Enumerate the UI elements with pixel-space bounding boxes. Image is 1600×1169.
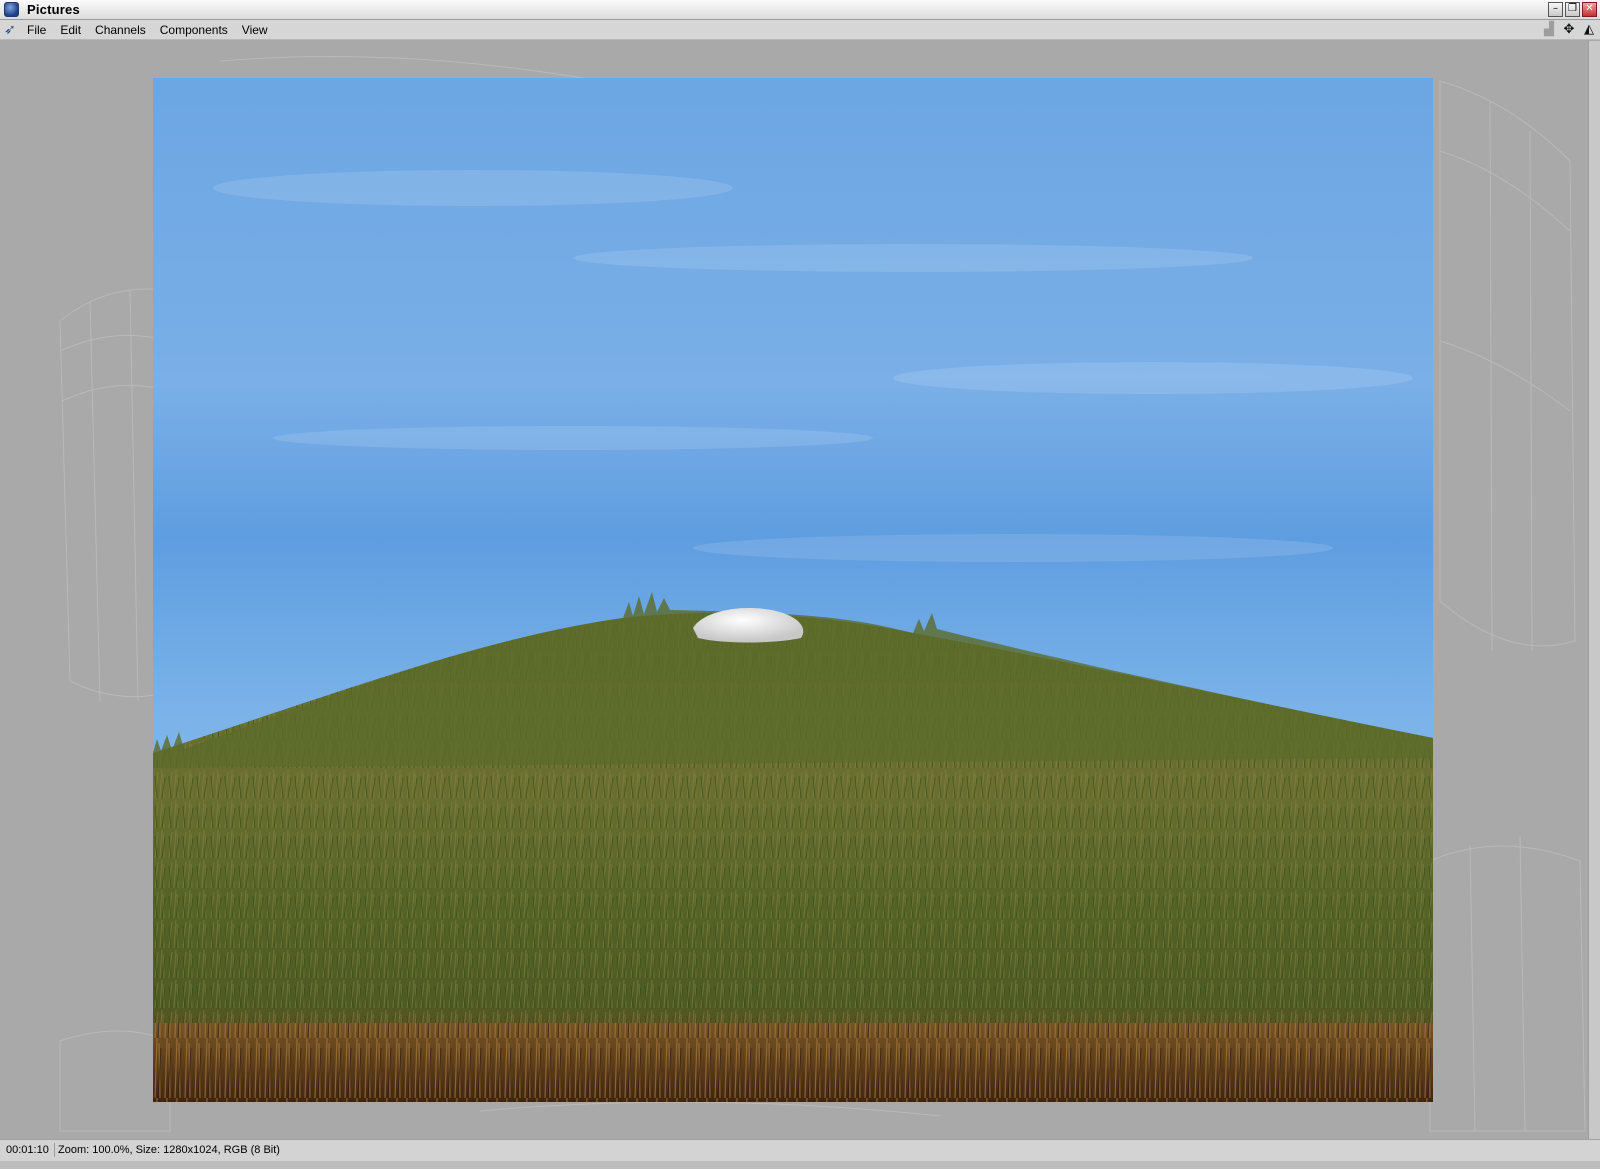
render-time: 00:01:10 [6,1144,49,1156]
histogram-icon[interactable]: ▟ [1542,22,1556,37]
view-tools: ▟ ✥ ◭ [1542,22,1596,37]
menu-components[interactable]: Components [160,23,228,37]
window-controls: – ❐ ✕ [1548,2,1597,17]
grass-hill-render [153,170,1433,1102]
window-title: Pictures [27,2,80,17]
menu-file[interactable]: File [27,23,46,37]
close-button[interactable]: ✕ [1582,2,1597,17]
rendered-image[interactable] [153,78,1433,1102]
picture-viewer-workspace[interactable] [0,41,1588,1139]
image-info: Zoom: 100.0%, Size: 1280x1024, RGB (8 Bi… [58,1144,280,1156]
horizontal-scrollbar[interactable] [0,1161,1600,1169]
menu-channels[interactable]: Channels [95,23,146,37]
menu-view[interactable]: View [242,23,268,37]
status-bar: 00:01:10 Zoom: 100.0%, Size: 1280x1024, … [0,1139,1600,1161]
menu-items: File Edit Channels Components View [27,20,268,40]
menu-bar: ➶ File Edit Channels Components View ▟ ✥… [0,20,1600,40]
status-divider [54,1143,55,1157]
zoom-icon[interactable]: ◭ [1582,22,1596,37]
app-icon[interactable] [4,2,19,17]
move-icon[interactable]: ✥ [1562,22,1576,37]
vertical-scrollbar[interactable] [1588,41,1600,1139]
minimize-button[interactable]: – [1548,2,1563,17]
title-bar[interactable]: Pictures – ❐ ✕ [0,0,1600,20]
menu-arrow-icon[interactable]: ➶ [4,22,20,38]
restore-button[interactable]: ❐ [1565,2,1580,17]
menu-edit[interactable]: Edit [60,23,81,37]
